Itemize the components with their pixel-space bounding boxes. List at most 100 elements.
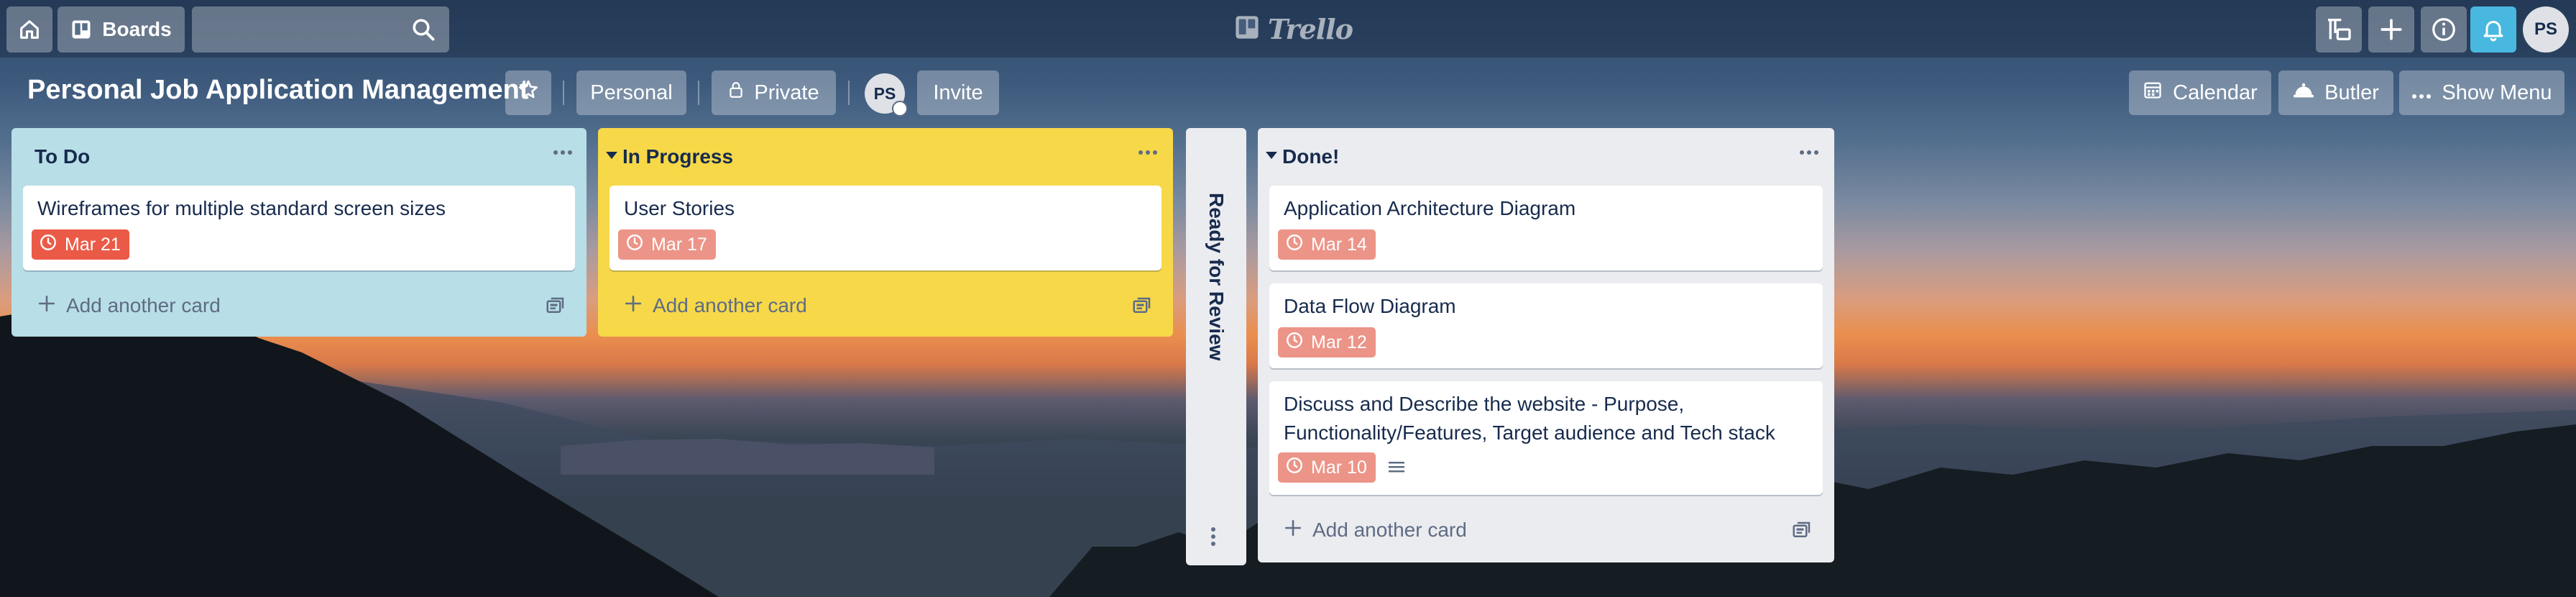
invite-button[interactable]: Invite [917, 70, 999, 115]
collapse-icon[interactable] [605, 150, 618, 164]
due-date-badge[interactable]: Mar 14 [1278, 229, 1376, 260]
card-title: Wireframes for multiple standard screen … [37, 197, 446, 219]
clock-icon [1285, 233, 1304, 257]
plus-icon [2379, 17, 2404, 42]
plus-icon [624, 294, 643, 318]
due-date-text: Mar 21 [65, 234, 121, 255]
list-header[interactable]: Done! [1265, 142, 1339, 171]
info-button[interactable] [2421, 6, 2467, 53]
trello-logo-text: Trello [1268, 13, 1353, 45]
list-in-progress: In Progress User Stories Mar 17 Add anot… [598, 128, 1173, 337]
card[interactable]: Wireframes for multiple standard screen … [23, 186, 575, 270]
menu-dots-icon[interactable] [1210, 527, 1216, 550]
card-template-icon[interactable] [545, 295, 566, 316]
due-date-text: Mar 17 [651, 234, 707, 255]
board-switcher-button[interactable] [2316, 6, 2362, 53]
card-title: User Stories [624, 197, 735, 219]
card[interactable]: Application Architecture Diagram Mar 14 [1269, 186, 1823, 270]
star-icon [517, 78, 540, 107]
due-date-text: Mar 12 [1311, 332, 1367, 352]
star-button[interactable] [505, 70, 551, 115]
add-card-label: Add another card [1312, 519, 1467, 541]
butler-button[interactable]: Butler [2278, 70, 2393, 115]
home-button[interactable] [6, 6, 52, 53]
trello-logo-icon [1235, 15, 1259, 43]
card-title: Application Architecture Diagram [1284, 197, 1576, 219]
more-icon [2411, 81, 2432, 105]
home-icon [17, 17, 42, 42]
show-menu-label: Show Menu [2442, 81, 2552, 104]
collapse-icon[interactable] [1265, 150, 1278, 164]
boards-button[interactable]: Boards [58, 6, 185, 53]
calendar-icon [2143, 80, 2163, 106]
butler-icon [2293, 81, 2314, 105]
card[interactable]: User Stories Mar 17 [610, 186, 1162, 270]
search-icon[interactable] [410, 17, 436, 46]
list-header[interactable]: In Progress [605, 142, 733, 171]
due-date-text: Mar 10 [1311, 457, 1367, 478]
clock-icon [1285, 456, 1304, 480]
calendar-label: Calendar [2173, 81, 2258, 104]
list-done: Done! Application Architecture Diagram M… [1258, 128, 1834, 562]
create-button[interactable] [2368, 6, 2414, 53]
plus-icon [37, 294, 56, 318]
board-title[interactable]: Personal Job Application Management [27, 75, 529, 106]
card-template-icon[interactable] [1791, 519, 1813, 541]
add-card-label: Add another card [653, 294, 807, 316]
lock-icon [728, 81, 744, 105]
visibility-label: Private [754, 81, 819, 104]
boards-label: Boards [102, 18, 172, 40]
team-button[interactable]: Personal [576, 70, 686, 115]
visibility-button[interactable]: Private [712, 70, 836, 115]
admin-badge-icon [892, 101, 908, 117]
due-date-badge[interactable]: Mar 17 [618, 229, 716, 260]
description-icon [1387, 459, 1406, 480]
notifications-button[interactable] [2470, 6, 2516, 53]
member-initials: PS [873, 83, 896, 103]
search-input[interactable] [192, 6, 449, 53]
due-date-badge[interactable]: Mar 12 [1278, 327, 1376, 357]
clock-icon [1285, 331, 1304, 355]
user-avatar[interactable]: PS [2523, 6, 2569, 53]
list-header[interactable]: To Do [34, 142, 90, 171]
card[interactable]: Discuss and Describe the website - Purpo… [1269, 381, 1823, 495]
add-card-button[interactable]: Add another card [37, 288, 221, 324]
due-date-badge[interactable]: Mar 10 [1278, 452, 1376, 483]
list-menu-button[interactable] [1131, 138, 1164, 167]
show-menu-button[interactable]: Show Menu [2399, 70, 2564, 115]
card-template-icon[interactable] [1131, 295, 1153, 316]
trello-logo[interactable]: Trello [1235, 13, 1353, 45]
divider [698, 81, 699, 105]
list-title[interactable]: To Do [34, 145, 90, 168]
clock-icon [39, 233, 58, 257]
divider [848, 81, 850, 105]
card[interactable]: Data Flow Diagram Mar 12 [1269, 283, 1823, 368]
list-menu-button[interactable] [546, 138, 579, 167]
list-menu-button[interactable] [1793, 138, 1826, 167]
list-ready-for-review-collapsed[interactable]: Ready for Review [1186, 128, 1246, 565]
add-card-button[interactable]: Add another card [1284, 512, 1467, 548]
board-switcher-icon [2324, 15, 2353, 44]
card-title: Discuss and Describe the website - Purpo… [1284, 393, 1775, 444]
due-date-badge[interactable]: Mar 21 [32, 229, 129, 260]
due-date-text: Mar 14 [1311, 234, 1367, 255]
plus-icon [1284, 519, 1302, 542]
top-header: Boards Trello PS [0, 0, 2576, 58]
butler-label: Butler [2324, 81, 2379, 104]
add-card-button[interactable]: Add another card [624, 288, 807, 324]
list-title[interactable]: Ready for Review [1205, 193, 1228, 360]
member-avatar[interactable]: PS [865, 73, 908, 117]
divider [563, 81, 564, 105]
bell-icon [2480, 17, 2506, 42]
add-card-label: Add another card [66, 294, 221, 316]
list-title[interactable]: Done! [1282, 145, 1339, 168]
list-title[interactable]: In Progress [622, 145, 733, 168]
menu-dots-icon [1138, 146, 1158, 159]
menu-dots-icon [1799, 146, 1819, 159]
list-to-do: To Do Wireframes for multiple standard s… [12, 128, 586, 337]
calendar-button[interactable]: Calendar [2129, 70, 2271, 115]
info-icon [2430, 16, 2457, 43]
boards-icon [70, 19, 92, 40]
card-title: Data Flow Diagram [1284, 295, 1456, 317]
menu-dots-icon [553, 146, 573, 159]
